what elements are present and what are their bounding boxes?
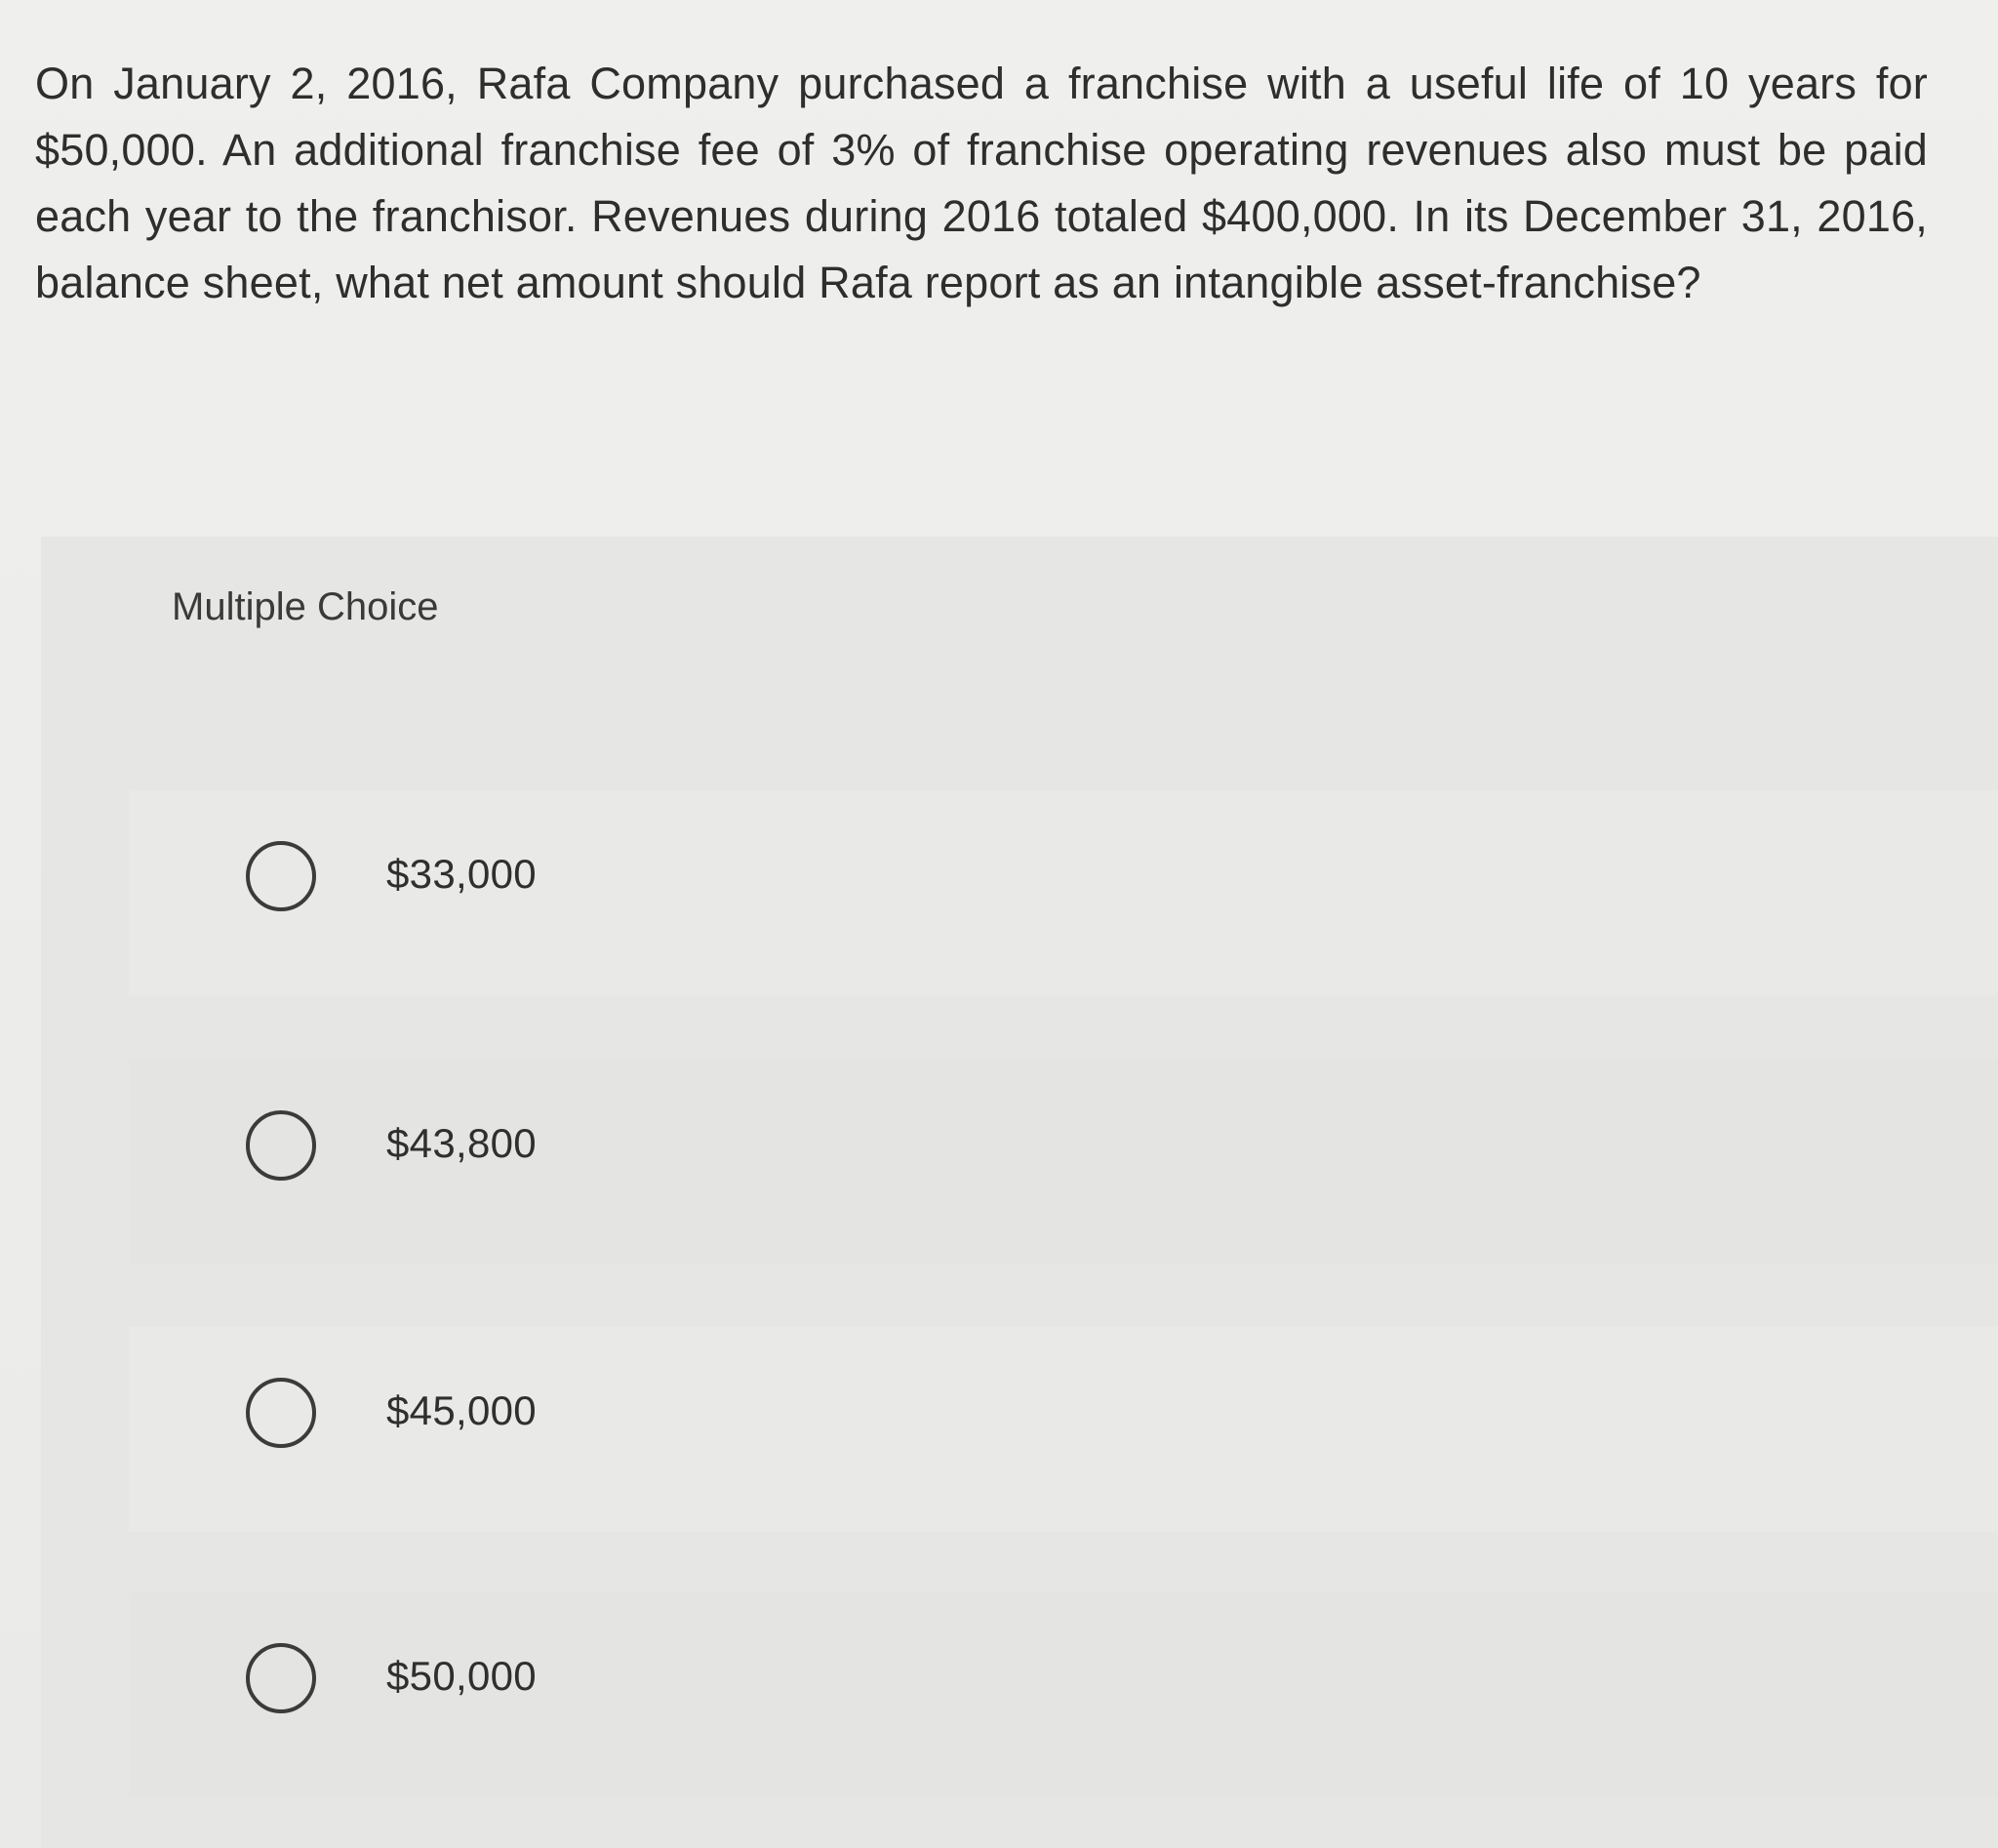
radio-button-icon[interactable] <box>246 841 316 911</box>
multiple-choice-title: Multiple Choice <box>172 585 439 628</box>
multiple-choice-panel: Multiple Choice $33,000 $43,800 $45,000 … <box>41 537 1998 1848</box>
radio-button-icon[interactable] <box>246 1643 316 1713</box>
choice-label: $45,000 <box>386 1387 537 1433</box>
choice-option-3[interactable]: $45,000 <box>129 1327 1998 1532</box>
choice-label: $43,800 <box>386 1120 537 1166</box>
radio-button-icon[interactable] <box>246 1378 316 1448</box>
choice-option-4[interactable]: $50,000 <box>129 1592 1998 1797</box>
radio-button-icon[interactable] <box>246 1110 316 1181</box>
question-text: On January 2, 2016, Rafa Company purchas… <box>35 59 1928 307</box>
choice-option-2[interactable]: $43,800 <box>129 1060 1998 1265</box>
choice-label: $50,000 <box>386 1653 537 1699</box>
page: On January 2, 2016, Rafa Company purchas… <box>0 0 1998 1848</box>
choice-option-1[interactable]: $33,000 <box>129 790 1998 995</box>
choice-label: $33,000 <box>386 851 537 897</box>
